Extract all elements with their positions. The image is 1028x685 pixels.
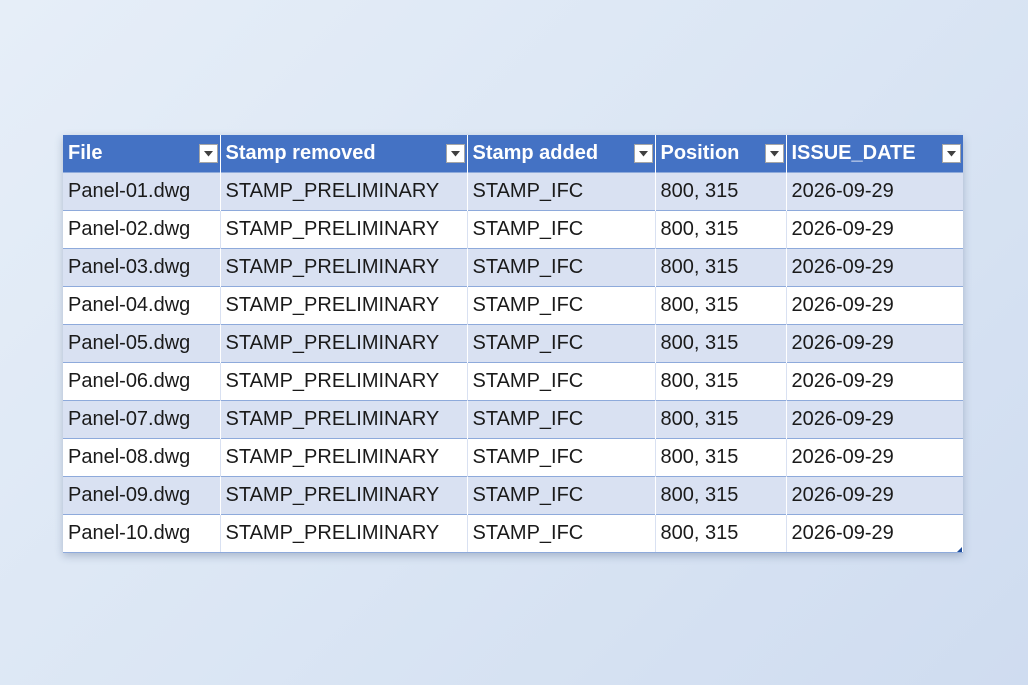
table-cell-stamp-added[interactable]: STAMP_IFC bbox=[467, 324, 656, 363]
table-cell-issue-date[interactable]: 2026-09-29 bbox=[786, 476, 963, 515]
table-row: Panel-02.dwg STAMP_PRELIMINARY STAMP_IFC 80… bbox=[63, 210, 963, 249]
table-cell-stamp-added[interactable]: STAMP_IFC bbox=[467, 476, 656, 515]
table-cell-stamp-added[interactable]: STAMP_IFC bbox=[467, 400, 656, 439]
table-cell-file[interactable]: Panel-04.dwg bbox=[63, 286, 221, 325]
column-header-position[interactable]: Position bbox=[655, 135, 787, 173]
table-cell-issue-date[interactable]: 2026-09-29 bbox=[786, 514, 963, 553]
table-cell-stamp-added[interactable]: STAMP_IFC bbox=[467, 172, 656, 211]
table-cell-file[interactable]: Panel-05.dwg bbox=[63, 324, 221, 363]
table-cell-file[interactable]: Panel-03.dwg bbox=[63, 248, 221, 287]
table-row: Panel-10.dwg STAMP_PRELIMINARY STAMP_IFC 80… bbox=[63, 514, 963, 553]
table-cell-stamp-removed[interactable]: STAMP_PRELIMINARY bbox=[220, 324, 468, 363]
table-cell-stamp-removed[interactable]: STAMP_PRELIMINARY bbox=[220, 438, 468, 477]
table-cell-issue-date[interactable]: 2026-09-29 bbox=[786, 362, 963, 401]
table-row: Panel-07.dwg STAMP_PRELIMINARY STAMP_IFC 80… bbox=[63, 400, 963, 439]
table-cell-stamp-removed[interactable]: STAMP_PRELIMINARY bbox=[220, 172, 468, 211]
table-row: Panel-03.dwg STAMP_PRELIMINARY STAMP_IFC 80… bbox=[63, 248, 963, 287]
table-cell-issue-date[interactable]: 2026-09-29 bbox=[786, 324, 963, 363]
table-cell-stamp-removed[interactable]: STAMP_PRELIMINARY bbox=[220, 514, 468, 553]
table-cell-position[interactable]: 800, 315 bbox=[655, 438, 787, 477]
table-cell-issue-date[interactable]: 2026-09-29 bbox=[786, 172, 963, 211]
column-header-label: ISSUE_DATE bbox=[791, 142, 916, 164]
column-header-file[interactable]: File bbox=[63, 135, 221, 173]
table-resize-handle[interactable] bbox=[957, 547, 962, 552]
filter-dropdown-icon[interactable] bbox=[942, 144, 961, 163]
column-header-label: Stamp added bbox=[472, 142, 599, 164]
column-header-stamp-removed[interactable]: Stamp removed bbox=[220, 135, 468, 173]
table-cell-stamp-added[interactable]: STAMP_IFC bbox=[467, 210, 656, 249]
table-cell-file[interactable]: Panel-09.dwg bbox=[63, 476, 221, 515]
table-cell-position[interactable]: 800, 315 bbox=[655, 172, 787, 211]
header-row: File Stamp removed Stamp added Position ISSU… bbox=[63, 135, 963, 173]
table-cell-stamp-added[interactable]: STAMP_IFC bbox=[467, 248, 656, 287]
table-body: Panel-01.dwg STAMP_PRELIMINARY STAMP_IFC 80… bbox=[63, 172, 963, 553]
table-cell-position[interactable]: 800, 315 bbox=[655, 514, 787, 553]
table-cell-position[interactable]: 800, 315 bbox=[655, 476, 787, 515]
table-cell-issue-date[interactable]: 2026-09-29 bbox=[786, 400, 963, 439]
table-cell-position[interactable]: 800, 315 bbox=[655, 248, 787, 287]
table-row: Panel-09.dwg STAMP_PRELIMINARY STAMP_IFC 80… bbox=[63, 476, 963, 515]
table-row: Panel-04.dwg STAMP_PRELIMINARY STAMP_IFC 80… bbox=[63, 286, 963, 325]
table-cell-issue-date[interactable]: 2026-09-29 bbox=[786, 248, 963, 287]
table-cell-file[interactable]: Panel-01.dwg bbox=[63, 172, 221, 211]
table-cell-stamp-added[interactable]: STAMP_IFC bbox=[467, 286, 656, 325]
table-cell-stamp-added[interactable]: STAMP_IFC bbox=[467, 438, 656, 477]
table-cell-stamp-removed[interactable]: STAMP_PRELIMINARY bbox=[220, 248, 468, 287]
table-cell-file[interactable]: Panel-06.dwg bbox=[63, 362, 221, 401]
table-cell-stamp-removed[interactable]: STAMP_PRELIMINARY bbox=[220, 286, 468, 325]
table-cell-stamp-added[interactable]: STAMP_IFC bbox=[467, 362, 656, 401]
filter-dropdown-icon[interactable] bbox=[633, 144, 653, 163]
table-cell-issue-date[interactable]: 2026-09-29 bbox=[786, 286, 963, 325]
table-cell-issue-date[interactable]: 2026-09-29 bbox=[786, 210, 963, 249]
column-header-label: File bbox=[68, 142, 103, 164]
table-cell-file[interactable]: Panel-07.dwg bbox=[63, 400, 221, 439]
data-table: File Stamp removed Stamp added Position ISSU… bbox=[63, 135, 963, 553]
table-cell-stamp-removed[interactable]: STAMP_PRELIMINARY bbox=[220, 400, 468, 439]
column-header-label: Position bbox=[660, 142, 740, 164]
table-cell-file[interactable]: Panel-02.dwg bbox=[63, 210, 221, 249]
table-cell-stamp-removed[interactable]: STAMP_PRELIMINARY bbox=[220, 210, 468, 249]
table-row: Panel-06.dwg STAMP_PRELIMINARY STAMP_IFC 80… bbox=[63, 362, 963, 401]
filter-dropdown-icon[interactable] bbox=[445, 144, 465, 163]
table-cell-position[interactable]: 800, 315 bbox=[655, 210, 787, 249]
table-cell-position[interactable]: 800, 315 bbox=[655, 362, 787, 401]
table-cell-issue-date[interactable]: 2026-09-29 bbox=[786, 438, 963, 477]
column-header-issue-date[interactable]: ISSUE_DATE bbox=[786, 135, 963, 173]
filter-dropdown-icon[interactable] bbox=[764, 144, 784, 163]
column-header-stamp-added[interactable]: Stamp added bbox=[467, 135, 656, 173]
table-cell-file[interactable]: Panel-10.dwg bbox=[63, 514, 221, 553]
filter-dropdown-icon[interactable] bbox=[198, 144, 218, 163]
table-cell-stamp-added[interactable]: STAMP_IFC bbox=[467, 514, 656, 553]
table-header: File Stamp removed Stamp added Position ISSU… bbox=[63, 135, 963, 173]
table-row: Panel-05.dwg STAMP_PRELIMINARY STAMP_IFC 80… bbox=[63, 324, 963, 363]
table-row: Panel-08.dwg STAMP_PRELIMINARY STAMP_IFC 80… bbox=[63, 438, 963, 477]
table-cell-position[interactable]: 800, 315 bbox=[655, 286, 787, 325]
table-cell-stamp-removed[interactable]: STAMP_PRELIMINARY bbox=[220, 362, 468, 401]
table-cell-stamp-removed[interactable]: STAMP_PRELIMINARY bbox=[220, 476, 468, 515]
table-cell-position[interactable]: 800, 315 bbox=[655, 400, 787, 439]
table-cell-file[interactable]: Panel-08.dwg bbox=[63, 438, 221, 477]
table-cell-position[interactable]: 800, 315 bbox=[655, 324, 787, 363]
table-row: Panel-01.dwg STAMP_PRELIMINARY STAMP_IFC 80… bbox=[63, 172, 963, 211]
data-table-container: File Stamp removed Stamp added Position ISSU… bbox=[63, 135, 963, 553]
column-header-label: Stamp removed bbox=[225, 142, 376, 164]
